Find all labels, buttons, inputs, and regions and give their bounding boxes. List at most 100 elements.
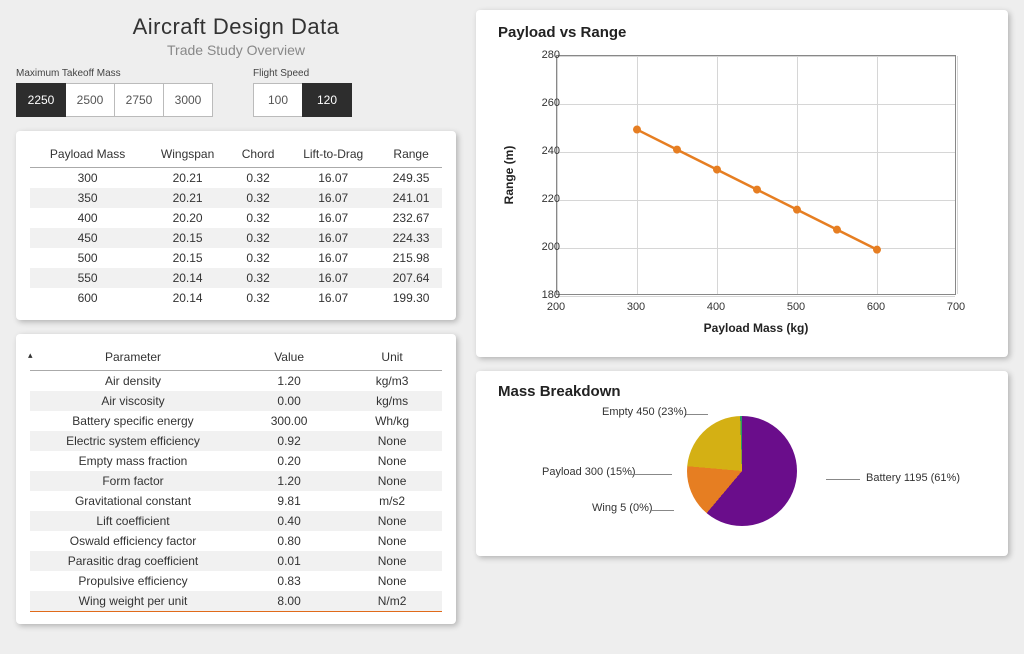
table-cell: 16.07 [286,208,380,228]
table-cell: 300.00 [236,411,342,431]
column-header[interactable]: Range [380,141,442,168]
speed-label: Flight Speed [253,68,352,79]
table-cell: Wh/kg [342,411,442,431]
param-table: ParameterValueUnit Air density1.20kg/m3A… [30,344,442,612]
table-cell: 0.01 [236,551,342,571]
table-cell: 0.32 [230,168,286,189]
line-chart: Payload Mass (kg) Range (m) 200300400500… [500,47,980,337]
speed-control: Flight Speed 100120 [253,68,352,117]
table-cell: 16.07 [286,248,380,268]
table-row[interactable]: Electric system efficiency0.92None [30,431,442,451]
line-chart-card: Payload vs Range Payload Mass (kg) Range… [476,10,1008,357]
table-cell: 20.15 [145,228,230,248]
table-row[interactable]: Lift coefficient0.40None [30,511,442,531]
mtom-label: Maximum Takeoff Mass [16,68,213,79]
mtom-option-3000[interactable]: 3000 [163,83,213,117]
pie-graphic [687,416,797,526]
table-cell: Battery specific energy [30,411,236,431]
table-row[interactable]: Empty mass fraction0.20None [30,451,442,471]
table-cell: 0.92 [236,431,342,451]
table-cell: 16.07 [286,188,380,208]
table-cell: 1.20 [236,471,342,491]
table-cell: 1.20 [236,371,342,392]
table-row[interactable]: 35020.210.3216.07241.01 [30,188,442,208]
table-cell: 232.67 [380,208,442,228]
table-cell: 0.32 [230,288,286,308]
column-header[interactable]: Payload Mass [30,141,145,168]
pie-label-battery: Battery 1195 (61%) [866,472,960,484]
param-table-card: ParameterValueUnit Air density1.20kg/m3A… [16,334,456,624]
table-cell: 20.14 [145,268,230,288]
table-row[interactable]: Form factor1.20None [30,471,442,491]
table-cell: m/s2 [342,491,442,511]
table-row[interactable]: Wing weight per unit8.00N/m2 [30,591,442,612]
table-row[interactable]: Battery specific energy300.00Wh/kg [30,411,442,431]
table-cell: 215.98 [380,248,442,268]
y-tick: 260 [536,97,560,109]
table-row[interactable]: Oswald efficiency factor0.80None [30,531,442,551]
table-cell: Parasitic drag coefficient [30,551,236,571]
table-cell: None [342,451,442,471]
pie-chart-title: Mass Breakdown [494,383,990,400]
table-cell: 20.15 [145,248,230,268]
table-row[interactable]: Air viscosity0.00kg/ms [30,391,442,411]
x-tick: 700 [947,301,965,313]
table-cell: 241.01 [380,188,442,208]
table-cell: 0.32 [230,228,286,248]
table-row[interactable]: Propulsive efficiency0.83None [30,571,442,591]
column-header[interactable]: Value [236,344,342,371]
table-row[interactable]: 55020.140.3216.07207.64 [30,268,442,288]
design-table-card: Payload MassWingspanChordLift-to-DragRan… [16,131,456,320]
table-cell: Air viscosity [30,391,236,411]
y-tick: 220 [536,193,560,205]
y-tick: 180 [536,289,560,301]
column-header[interactable]: Lift-to-Drag [286,141,380,168]
table-cell: Propulsive efficiency [30,571,236,591]
table-row[interactable]: 30020.210.3216.07249.35 [30,168,442,189]
table-cell: 550 [30,268,145,288]
table-cell: 0.80 [236,531,342,551]
table-cell: 600 [30,288,145,308]
table-cell: 0.83 [236,571,342,591]
table-cell: 224.33 [380,228,442,248]
mtom-option-2500[interactable]: 2500 [65,83,115,117]
table-cell: 16.07 [286,228,380,248]
x-tick: 200 [547,301,565,313]
y-tick: 240 [536,145,560,157]
speed-option-120[interactable]: 120 [302,83,352,117]
table-row[interactable]: 40020.200.3216.07232.67 [30,208,442,228]
y-tick: 280 [536,49,560,61]
table-cell: 450 [30,228,145,248]
table-cell: None [342,531,442,551]
table-cell: 0.32 [230,208,286,228]
speed-option-100[interactable]: 100 [253,83,303,117]
line-chart-title: Payload vs Range [494,24,990,41]
line-series [557,56,957,296]
table-cell: 207.64 [380,268,442,288]
table-cell: 8.00 [236,591,342,612]
pie-label-wing: Wing 5 (0%) [592,502,653,514]
mtom-option-2250[interactable]: 2250 [16,83,66,117]
column-header[interactable]: Wingspan [145,141,230,168]
table-row[interactable]: 45020.150.3216.07224.33 [30,228,442,248]
table-cell: Wing weight per unit [30,591,236,612]
table-cell: None [342,431,442,451]
table-cell: Gravitational constant [30,491,236,511]
table-cell: 20.21 [145,188,230,208]
table-cell: Form factor [30,471,236,491]
column-header[interactable]: Parameter [30,344,236,371]
table-row[interactable]: Gravitational constant9.81m/s2 [30,491,442,511]
column-header[interactable]: Unit [342,344,442,371]
table-cell: 249.35 [380,168,442,189]
table-row[interactable]: 60020.140.3216.07199.30 [30,288,442,308]
mtom-option-2750[interactable]: 2750 [114,83,164,117]
table-cell: Air density [30,371,236,392]
column-header[interactable]: Chord [230,141,286,168]
table-row[interactable]: Parasitic drag coefficient0.01None [30,551,442,571]
table-cell: N/m2 [342,591,442,612]
table-cell: 20.14 [145,288,230,308]
table-row[interactable]: 50020.150.3216.07215.98 [30,248,442,268]
table-cell: 0.00 [236,391,342,411]
table-row[interactable]: Air density1.20kg/m3 [30,371,442,392]
page-title: Aircraft Design Data [16,14,456,40]
